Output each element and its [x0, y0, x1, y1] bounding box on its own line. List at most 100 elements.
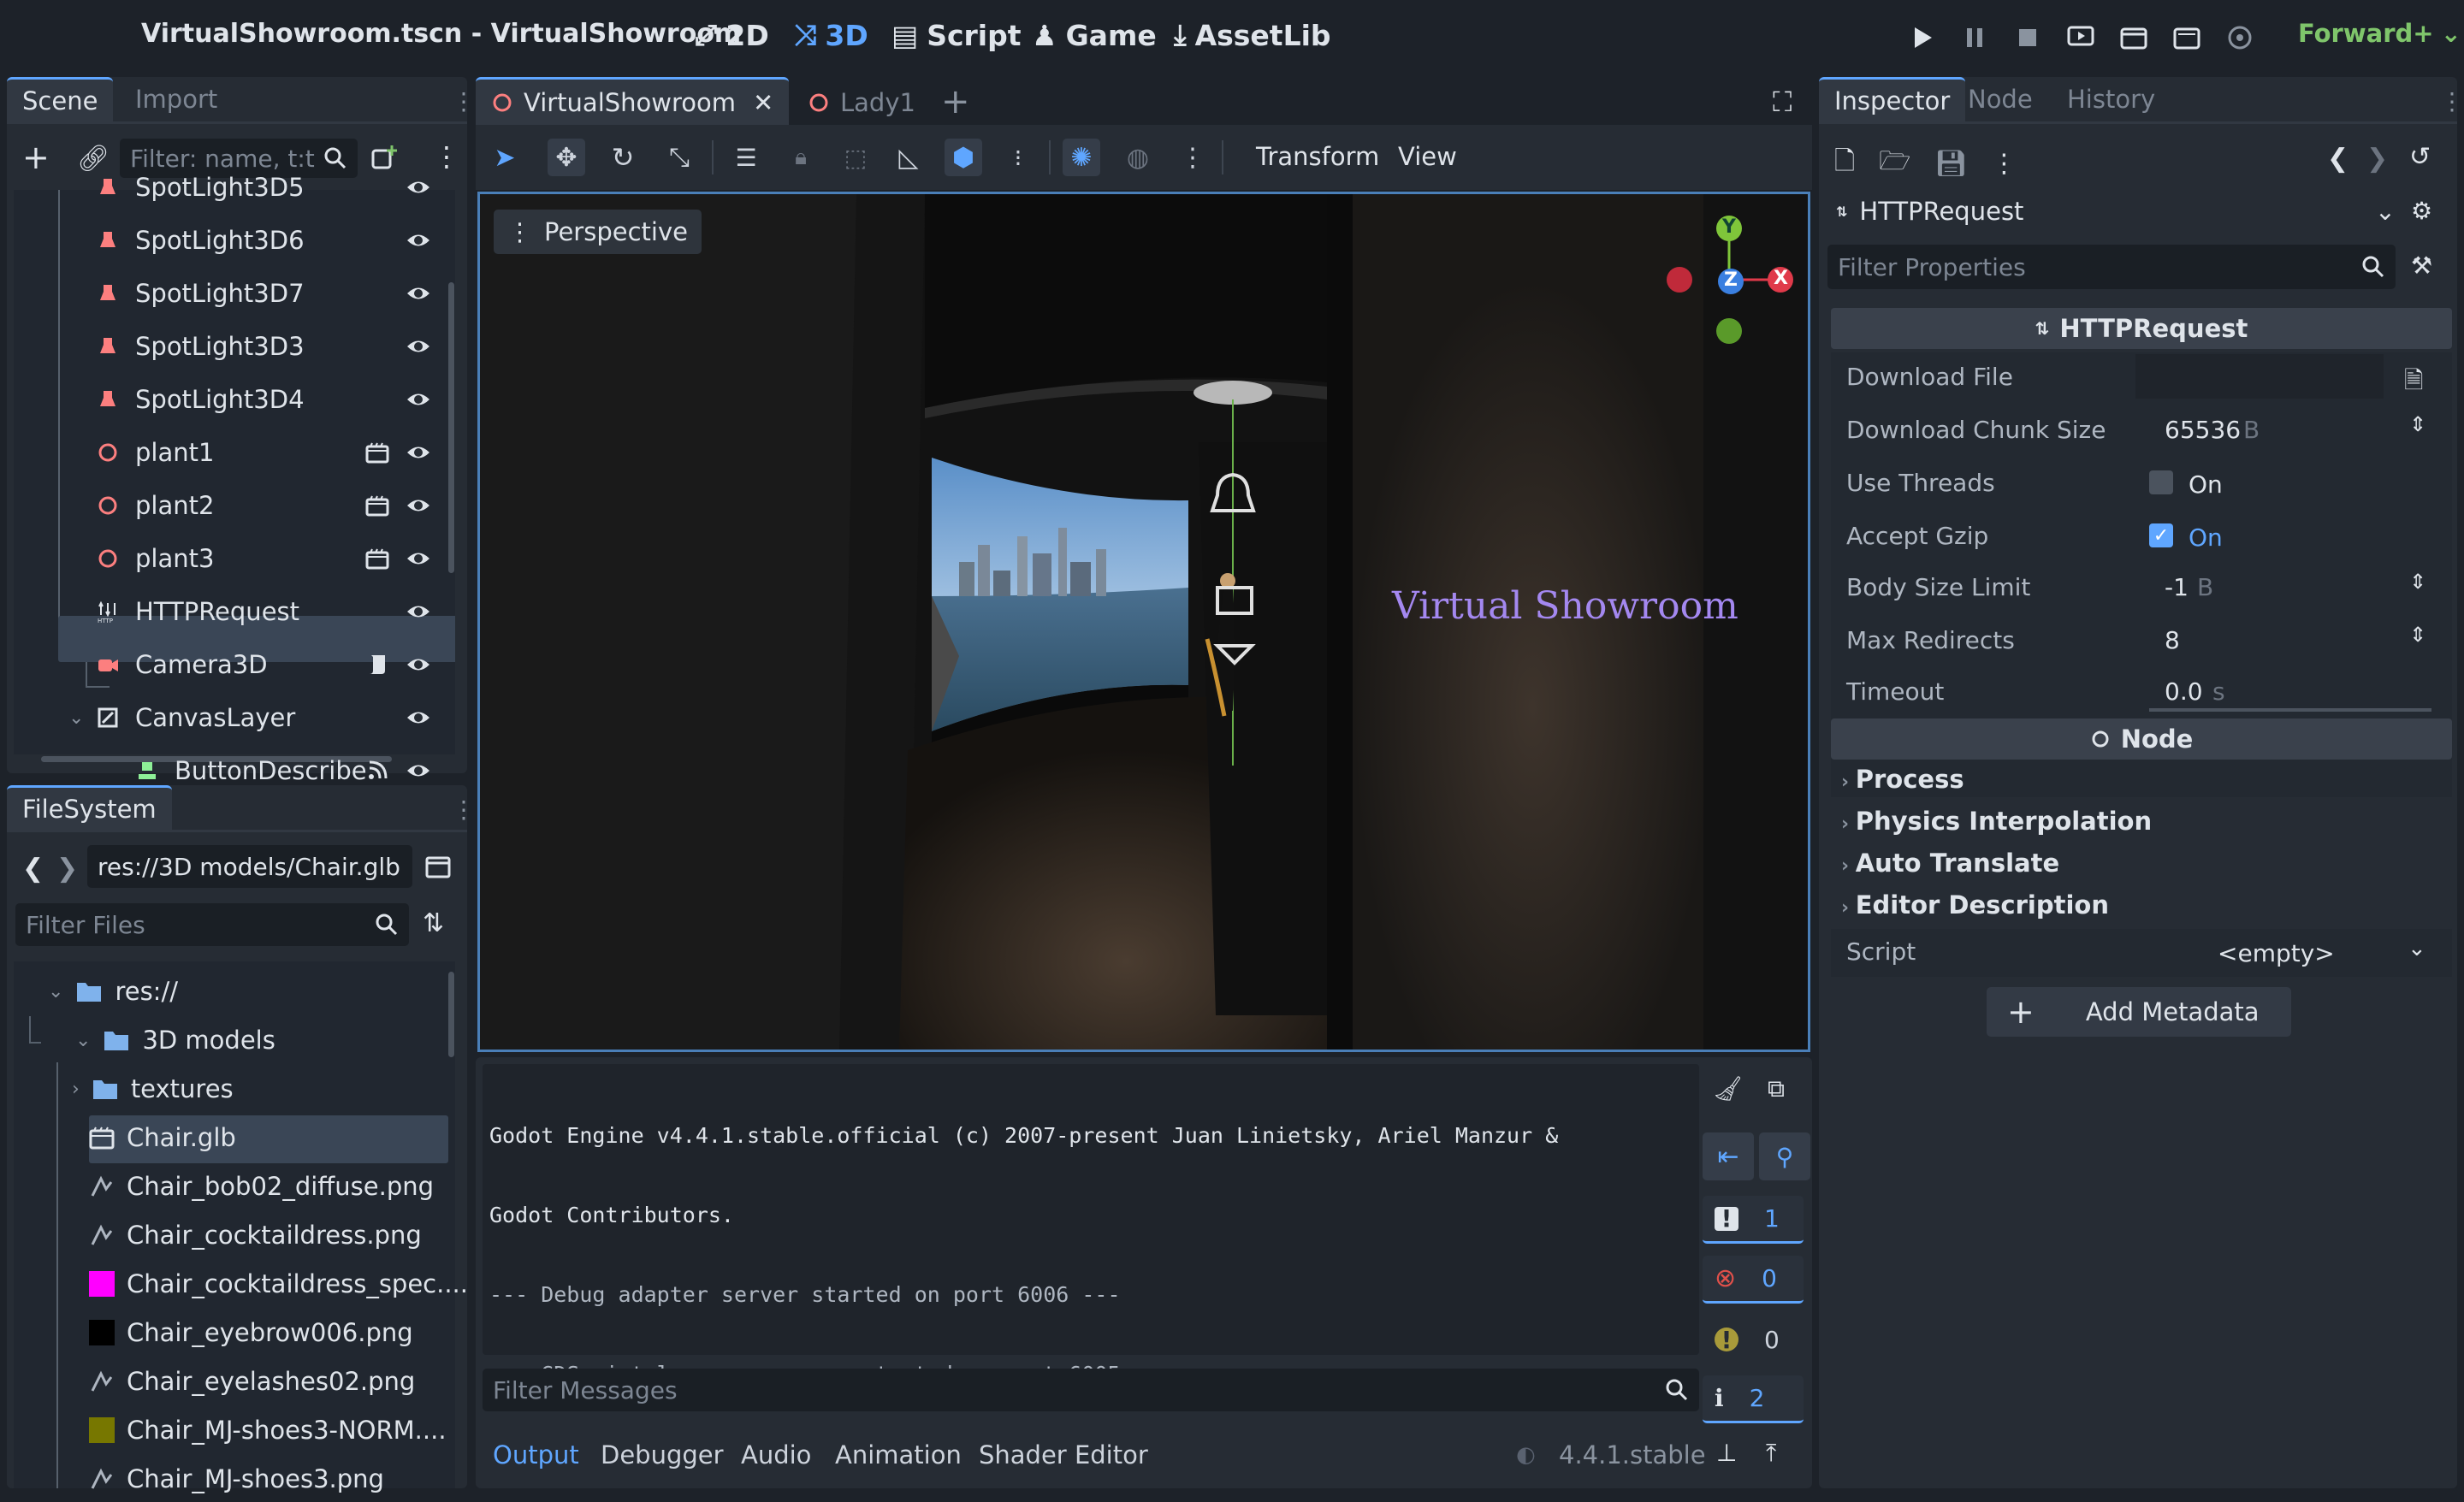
scene-tree-item[interactable]: ButtonDescribe [135, 748, 367, 794]
section-auto-translate[interactable]: › Auto Translate [1841, 849, 2059, 878]
sun-preview-icon[interactable]: ✺ [1063, 139, 1100, 176]
chevron-down-icon[interactable]: ⌄ [68, 695, 84, 741]
play-custom-scene-icon[interactable] [2170, 21, 2204, 55]
node-selector[interactable]: ⇅ HTTPRequest ⌄ [1827, 190, 2396, 233]
tab-node[interactable]: Node [1952, 77, 2048, 121]
movie-maker-icon[interactable] [2223, 21, 2257, 55]
file-item[interactable]: Chair_bob02_diffuse.png [89, 1163, 434, 1209]
back-icon[interactable]: ❮ [22, 854, 44, 884]
warnings-filter-button[interactable]: ! 0 [1703, 1316, 1804, 1363]
messages-filter-button[interactable]: ! 1 [1703, 1196, 1804, 1244]
environment-preview-icon[interactable]: ◍ [1119, 139, 1157, 176]
ruler-icon[interactable]: ◺ [890, 139, 927, 176]
spinner-icon[interactable]: ⇕ [2409, 570, 2426, 594]
signal-icon[interactable] [364, 758, 390, 784]
play-scene-icon[interactable] [2064, 21, 2098, 55]
scene-tree-item[interactable]: SpotLight3D3 [96, 323, 305, 370]
group-icon[interactable]: ⬚ [837, 139, 874, 176]
file-item[interactable]: Chair_eyelashes02.png [89, 1358, 415, 1404]
chevron-down-icon[interactable]: ⌄ [48, 981, 63, 1002]
sort-icon[interactable]: ⇅ [423, 908, 444, 938]
workspace-game-button[interactable]: ♟ Game [1032, 15, 1157, 55]
scene-tree-item[interactable]: SpotLight3D5 [96, 164, 305, 210]
tab-audio[interactable]: Audio [741, 1440, 811, 1469]
scale-tool-icon[interactable]: ⤡ [660, 139, 698, 176]
transform-menu[interactable]: Transform [1256, 142, 1379, 171]
tab-scene[interactable]: Scene [7, 77, 114, 121]
scene-tree-item[interactable]: Camera3D [96, 642, 268, 688]
file-item[interactable]: Chair_MJ-shoes3-NORM.... [89, 1407, 447, 1453]
list-select-icon[interactable]: ☰ [727, 139, 765, 176]
lock-icon[interactable]: 🔒︎ [782, 139, 820, 176]
spinner-icon[interactable]: ⇕ [2409, 412, 2426, 436]
workspace-2d-button[interactable]: ⤢ 2D [695, 15, 769, 55]
workspace-assetlib-button[interactable]: ⤓ AssetLib [1174, 15, 1331, 55]
folder-item[interactable]: ⌄ 3D models [75, 1017, 275, 1063]
dock-menu-icon[interactable]: ⋮ [452, 87, 476, 115]
split-view-icon[interactable] [424, 854, 452, 881]
script-value[interactable]: <empty> [2218, 939, 2335, 967]
info-filter-button[interactable]: ℹ 2 [1703, 1375, 1804, 1423]
open-folder-icon[interactable]: 🗁︎ [1879, 142, 1910, 186]
timeout-value[interactable]: 0.0 [2165, 677, 2203, 706]
more-options-icon[interactable]: ⋮ [1174, 139, 1211, 176]
history-back-icon[interactable]: ❮ [2327, 144, 2348, 174]
file-item[interactable]: Chair_eyebrow006.png [89, 1310, 413, 1356]
visibility-eye-icon[interactable] [406, 652, 431, 677]
scene-tree-item[interactable]: plant2 [96, 482, 214, 529]
output-log[interactable]: Godot Engine v4.4.1.stable.official (c) … [483, 1064, 1699, 1387]
max-redirects-value[interactable]: 8 [2165, 626, 2180, 654]
property-settings-icon[interactable]: ⚒ [2411, 251, 2432, 280]
pin-icon[interactable]: ⊥ [1716, 1439, 1737, 1467]
script-icon[interactable] [364, 652, 390, 677]
visibility-eye-icon[interactable] [406, 281, 431, 306]
open-in-editor-icon[interactable] [364, 546, 390, 571]
filter-messages-input[interactable]: Filter Messages [483, 1369, 1699, 1411]
history-forward-icon[interactable]: ❯ [2366, 144, 2388, 174]
chevron-right-icon[interactable]: › [72, 1079, 80, 1100]
errors-filter-button[interactable]: ⊗ 0 [1703, 1256, 1804, 1304]
snap-icon[interactable]: ⁝ [999, 139, 1037, 176]
spinner-icon[interactable]: ⇕ [2409, 623, 2426, 647]
visibility-eye-icon[interactable] [406, 334, 431, 359]
scene-tree-item[interactable]: plant3 [96, 535, 214, 582]
pause-icon[interactable] [1958, 21, 1992, 55]
collapse-duplicates-icon[interactable]: ⇤ [1703, 1132, 1754, 1180]
use-threads-checkbox[interactable] [2149, 470, 2173, 494]
class-header[interactable]: ⇅ HTTPRequest [1831, 308, 2452, 349]
distraction-free-icon[interactable]: ⛶ [1773, 86, 1792, 119]
visibility-eye-icon[interactable] [406, 599, 431, 624]
tab-virtualshowroom[interactable]: VirtualShowroom ✕ [476, 77, 790, 125]
renderer-select[interactable]: Forward+ ⌄ [2298, 19, 2461, 48]
play-icon[interactable] [1904, 21, 1939, 55]
new-resource-icon[interactable]: 🗋︎ [1834, 142, 1855, 186]
perspective-menu[interactable]: ⋮ Perspective [494, 210, 702, 254]
body-size-limit-value[interactable]: -1 [2165, 573, 2189, 601]
visibility-eye-icon[interactable] [406, 174, 431, 200]
add-tab-icon[interactable]: + [941, 82, 970, 121]
download-file-field[interactable] [2135, 354, 2384, 399]
chevron-down-icon[interactable]: ⌄ [75, 1030, 91, 1051]
tab-lady1[interactable]: Lady1 [808, 80, 915, 125]
section-process[interactable]: › Process [1841, 765, 1964, 794]
section-editor-description[interactable]: › Editor Description [1841, 890, 2109, 920]
visibility-eye-icon[interactable] [406, 440, 431, 465]
tab-import[interactable]: Import [120, 77, 233, 121]
rotate-tool-icon[interactable]: ↻ [604, 139, 642, 176]
path-field[interactable]: res://3D models/Chair.glb [87, 845, 412, 888]
play-current-scene-icon[interactable] [2117, 21, 2151, 55]
copy-icon[interactable]: ⧉ [1768, 1074, 1785, 1103]
more-options-icon[interactable]: ⋮ [1991, 149, 2017, 179]
file-item[interactable]: Chair_cocktaildress.png [89, 1212, 422, 1258]
expand-panel-icon[interactable]: ⤒ [1766, 1439, 1776, 1468]
save-icon[interactable]: 💾︎ [1934, 149, 1967, 179]
3d-viewport[interactable]: Y Z X ⋮ Perspective Virtual Showroom [477, 192, 1810, 1052]
dock-menu-icon[interactable]: ⋮ [2440, 87, 2464, 115]
tab-shader-editor[interactable]: Shader Editor [979, 1440, 1148, 1469]
view-menu[interactable]: View [1398, 142, 1457, 171]
add-node-icon[interactable]: + [22, 141, 50, 174]
file-item[interactable]: Chair_cocktaildress_spec.... [89, 1261, 468, 1307]
workspace-script-button[interactable]: ▤ Script [891, 15, 1022, 55]
tab-inspector[interactable]: Inspector [1819, 77, 1966, 121]
stop-icon[interactable] [2011, 21, 2045, 55]
